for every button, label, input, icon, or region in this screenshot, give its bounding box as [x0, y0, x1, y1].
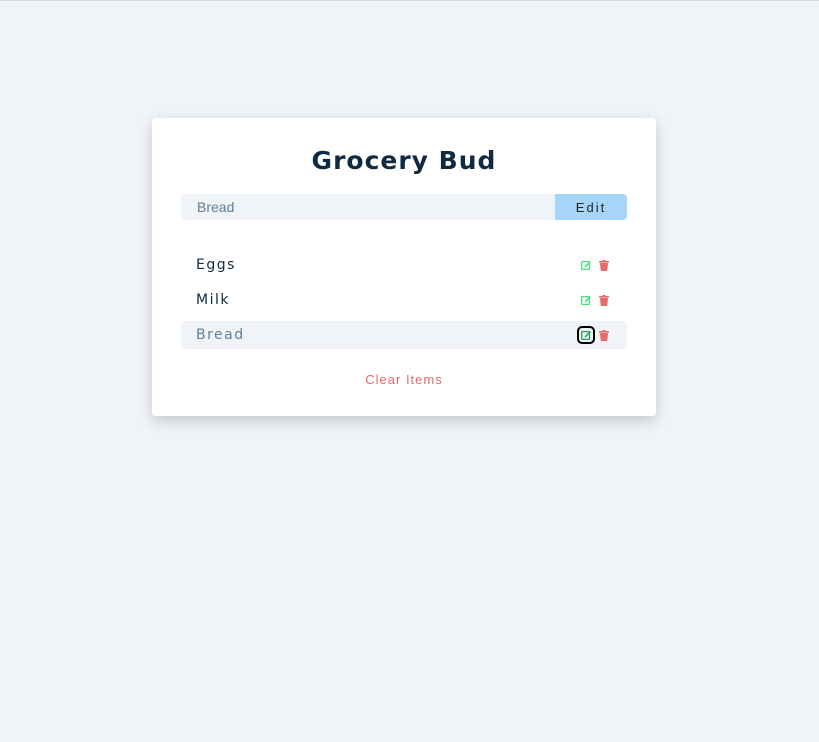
- trash-icon[interactable]: [597, 328, 611, 342]
- grocery-form: Edit: [181, 194, 627, 220]
- grocery-input[interactable]: [181, 194, 555, 220]
- clear-container: Clear Items: [152, 369, 656, 388]
- trash-icon[interactable]: [597, 258, 611, 272]
- item-title: Bread: [196, 327, 245, 343]
- app-title: Grocery Bud: [311, 146, 497, 175]
- item-actions: [575, 293, 611, 307]
- list-item: Bread: [181, 321, 627, 349]
- trash-icon[interactable]: [597, 293, 611, 307]
- item-title: Eggs: [196, 257, 236, 273]
- edit-icon[interactable]: [579, 258, 593, 272]
- item-title: Milk: [196, 292, 230, 308]
- item-actions: [575, 326, 611, 344]
- edit-icon[interactable]: [577, 326, 595, 344]
- item-actions: [575, 258, 611, 272]
- list-item: Eggs: [181, 251, 627, 279]
- edit-icon[interactable]: [579, 293, 593, 307]
- list-item: Milk: [181, 286, 627, 314]
- clear-items-button[interactable]: Clear Items: [365, 372, 442, 387]
- submit-button[interactable]: Edit: [555, 194, 627, 220]
- grocery-card: Grocery Bud Edit Eggs: [152, 118, 656, 416]
